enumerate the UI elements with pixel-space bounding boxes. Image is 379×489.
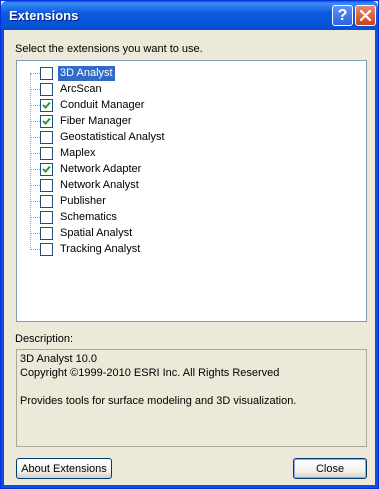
extension-item[interactable]: Spatial Analyst [17,226,347,242]
close-icon [360,10,371,21]
extension-label[interactable]: Fiber Manager [58,114,134,129]
checkmark-icon [42,101,51,109]
title-bar[interactable]: Extensions ? [1,1,378,30]
extension-label[interactable]: Spatial Analyst [58,226,134,241]
extension-label[interactable]: Tracking Analyst [58,242,142,257]
extension-label[interactable]: Schematics [58,210,119,225]
tree-branch [30,169,40,170]
extension-label[interactable]: 3D Analyst [58,66,115,81]
extension-item[interactable]: Maplex [17,146,347,162]
window-title: Extensions [9,8,79,23]
extension-item[interactable]: Fiber Manager [17,114,347,130]
extension-item[interactable]: Network Analyst [17,178,347,194]
extension-checkbox[interactable] [40,211,53,224]
tree-branch [30,121,40,122]
extension-label[interactable]: Maplex [58,146,97,161]
tree-branch [30,233,40,234]
extension-checkbox[interactable] [40,227,53,240]
description-details: Provides tools for surface modeling and … [20,395,297,407]
extension-item[interactable]: Conduit Manager [17,98,347,114]
extension-label[interactable]: Network Analyst [58,178,141,193]
tree-branch [30,185,40,186]
extensions-dialog: Extensions ? Select the extensions you w… [0,0,379,489]
extension-item[interactable]: ArcScan [17,82,347,98]
extension-label[interactable]: Conduit Manager [58,98,146,113]
extension-item[interactable]: Schematics [17,210,347,226]
help-button[interactable]: ? [332,5,353,26]
close-button[interactable]: Close [293,458,367,479]
help-icon: ? [337,6,348,24]
extension-label[interactable]: Geostatistical Analyst [58,130,167,145]
instruction-text: Select the extensions you want to use. [15,43,203,55]
extension-item[interactable]: Network Adapter [17,162,347,178]
extension-checkbox[interactable] [40,179,53,192]
window-frame-bottom [1,485,378,488]
extension-list[interactable]: 3D Analyst ArcScan Conduit Manager Fiber Ma… [16,60,367,322]
tree-branch [30,249,40,250]
extension-checkbox[interactable] [40,99,53,112]
description-name: 3D Analyst 10.0 [20,353,98,365]
checkmark-icon [42,117,51,125]
extension-checkbox[interactable] [40,243,53,256]
description-label: Description: [15,333,74,345]
description-box: 3D Analyst 10.0 Copyright ©1999-2010 ESR… [16,349,367,447]
extension-checkbox[interactable] [40,147,53,160]
tree-branch [30,137,40,138]
about-extensions-button[interactable]: About Extensions [16,458,112,479]
extension-label[interactable]: Publisher [58,194,108,209]
extension-label[interactable]: Network Adapter [58,162,143,177]
tree-branch [30,201,40,202]
description-copyright: Copyright ©1999-2010 ESRI Inc. All Right… [20,367,280,379]
extension-item[interactable]: Tracking Analyst [17,242,347,258]
extension-checkbox[interactable] [40,67,53,80]
extension-checkbox[interactable] [40,83,53,96]
extension-checkbox[interactable] [40,195,53,208]
extension-checkbox[interactable] [40,115,53,128]
title-close-button[interactable] [355,5,376,26]
extension-item[interactable]: Geostatistical Analyst [17,130,347,146]
checkmark-icon [42,165,51,173]
extension-checkbox[interactable] [40,163,53,176]
tree-branch [30,153,40,154]
extension-item[interactable]: 3D Analyst [17,66,347,82]
extension-label[interactable]: ArcScan [58,82,104,97]
tree-branch [30,105,40,106]
extension-checkbox[interactable] [40,131,53,144]
tree-branch [30,89,40,90]
tree-branch [30,73,40,74]
tree-branch [30,217,40,218]
extension-item[interactable]: Publisher [17,194,347,210]
